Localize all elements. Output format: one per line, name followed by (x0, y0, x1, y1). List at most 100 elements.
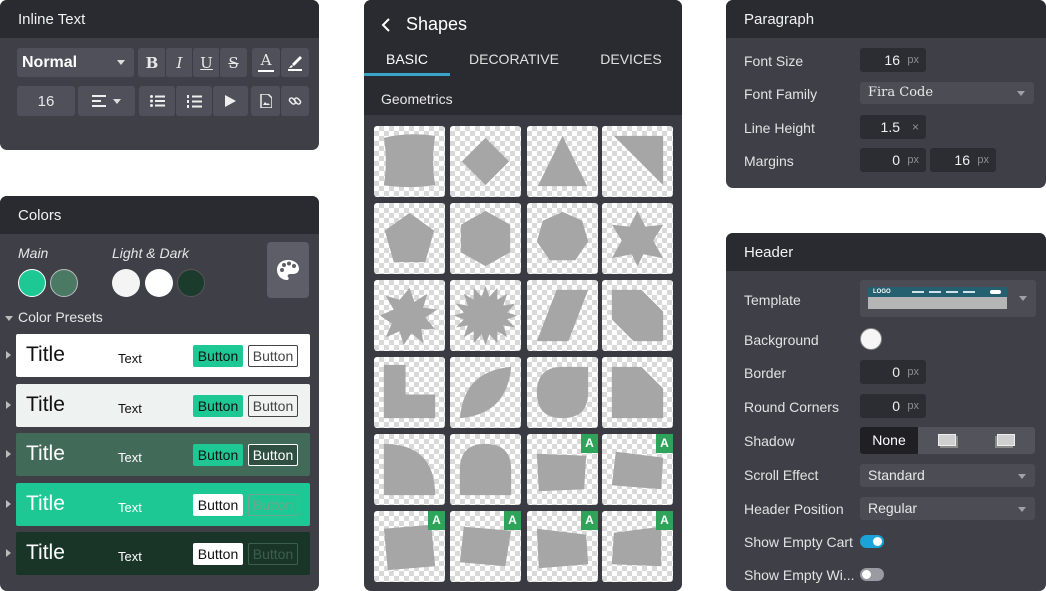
header-position-label: Header Position (744, 501, 844, 517)
shape-icon (611, 366, 664, 419)
main-color-swatch[interactable] (50, 269, 78, 297)
insert-image-button[interactable] (251, 86, 280, 116)
shape-tile[interactable] (527, 357, 598, 428)
scroll-effect-select[interactable]: Standard (860, 464, 1035, 487)
shape-icon (383, 364, 436, 419)
shadow-none-option[interactable]: None (860, 427, 918, 454)
text-color-button[interactable]: A (252, 48, 280, 77)
shape-tile[interactable] (527, 203, 598, 274)
background-color-swatch[interactable] (860, 328, 882, 350)
text-style-select[interactable]: Normal (17, 48, 134, 77)
animated-badge: A (581, 434, 598, 453)
light-color-swatch[interactable] (145, 269, 173, 297)
dark-color-swatch[interactable] (177, 269, 205, 297)
link-icon (288, 97, 302, 105)
color-preset-row[interactable]: Title Text Button Button (16, 532, 310, 575)
margin-top-input[interactable]: 0 px (860, 148, 926, 172)
scroll-effect-value: Standard (868, 467, 925, 483)
show-empty-cart-toggle[interactable] (860, 535, 884, 548)
show-empty-wishlist-toggle[interactable] (860, 568, 884, 581)
shape-icon (611, 289, 664, 342)
border-input[interactable]: 0 px (860, 360, 926, 384)
bullet-list-button[interactable] (139, 86, 175, 116)
chevron-down-icon (1017, 91, 1025, 96)
text-color-bar (258, 70, 274, 72)
color-presets-label: Color Presets (18, 309, 103, 325)
colors-title: Colors (0, 196, 319, 234)
shape-icon (537, 135, 588, 187)
margin-top-value: 0 (892, 152, 900, 168)
shapes-title: Shapes (406, 14, 468, 34)
line-height-input[interactable]: 1.5 × (860, 115, 926, 139)
font-family-select[interactable]: Fira Code (860, 82, 1034, 104)
shape-tile[interactable]: A (450, 511, 521, 582)
align-select[interactable] (78, 86, 135, 116)
color-preset-row[interactable]: Title Text Button Button (16, 483, 310, 526)
shape-tile[interactable] (374, 203, 445, 274)
highlight-button[interactable] (280, 48, 309, 77)
tab-devices[interactable]: DEVICES (586, 51, 676, 67)
bold-button[interactable]: B (138, 48, 166, 77)
margin-bottom-input[interactable]: 16 px (930, 148, 996, 172)
round-corners-input[interactable]: 0 px (860, 394, 926, 418)
preset-title: Title (26, 492, 65, 515)
shadow-large-option[interactable] (977, 427, 1035, 454)
colors-panel: Colors Main Light & Dark Color Presets T… (0, 196, 319, 591)
back-chevron-icon[interactable] (381, 18, 391, 32)
shape-tile[interactable]: A (527, 511, 598, 582)
main-color-swatch[interactable] (18, 269, 46, 297)
shape-tile[interactable] (374, 357, 445, 428)
shape-tile[interactable] (450, 126, 521, 197)
numbered-list-button[interactable] (175, 86, 212, 116)
play-button[interactable] (212, 86, 248, 116)
header-panel: Header Template LOGO Background Border 0… (726, 233, 1046, 591)
color-preset-row[interactable]: Title Text Button Button (16, 384, 310, 427)
shape-tile[interactable] (602, 203, 673, 274)
shape-icon (453, 285, 518, 346)
shape-tile[interactable]: A (602, 511, 673, 582)
font-size-input[interactable]: 16 px (860, 48, 926, 72)
template-select[interactable]: LOGO (860, 280, 1036, 317)
unit-label: px (907, 400, 919, 412)
font-size-input[interactable]: 16 (17, 86, 75, 116)
template-preview: LOGO (868, 287, 1007, 309)
brush-icon (288, 55, 302, 71)
insert-link-button[interactable] (280, 86, 309, 116)
shape-tile[interactable] (602, 126, 673, 197)
tab-basic[interactable]: BASIC (364, 51, 450, 67)
shape-tile[interactable] (374, 126, 445, 197)
header-position-select[interactable]: Regular (860, 497, 1035, 520)
chevron-down-icon (1018, 507, 1026, 512)
shape-tile[interactable]: A (374, 511, 445, 582)
shadow-small-option[interactable] (918, 427, 977, 454)
italic-button[interactable]: I (165, 48, 193, 77)
shape-tile[interactable] (374, 434, 445, 505)
shape-tile[interactable] (450, 434, 521, 505)
color-preset-row[interactable]: Title Text Button Button (16, 334, 310, 377)
unit-label: px (907, 366, 919, 378)
shape-tile[interactable] (527, 280, 598, 351)
shape-tile[interactable] (602, 357, 673, 428)
animated-badge: A (504, 511, 521, 530)
unit-label: px (907, 54, 919, 66)
shape-tile[interactable] (450, 203, 521, 274)
palette-button[interactable] (267, 242, 309, 298)
shape-tile[interactable]: A (602, 434, 673, 505)
light-color-swatch[interactable] (112, 269, 140, 297)
shape-tile[interactable] (450, 280, 521, 351)
strikethrough-button[interactable]: S (219, 48, 247, 77)
unit-label: px (907, 154, 919, 166)
shape-icon (536, 366, 589, 419)
color-preset-row[interactable]: Title Text Button Button (16, 433, 310, 476)
tab-decorative[interactable]: DECORATIVE (464, 51, 564, 67)
preset-title: Title (26, 541, 65, 564)
underline-button[interactable]: U (192, 48, 220, 77)
shape-tile[interactable] (602, 280, 673, 351)
shape-icon (383, 443, 436, 496)
shape-tile[interactable] (527, 126, 598, 197)
show-empty-cart-label: Show Empty Cart (744, 534, 853, 550)
shape-tile[interactable]: A (527, 434, 598, 505)
preset-button-filled: Button (193, 444, 243, 466)
shape-tile[interactable] (374, 280, 445, 351)
shape-tile[interactable] (450, 357, 521, 428)
